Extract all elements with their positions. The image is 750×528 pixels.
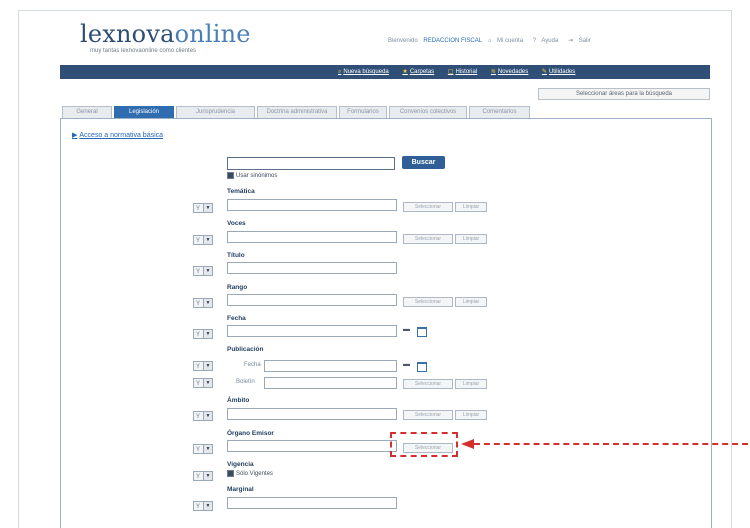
nav-utilities[interactable]: ✎ Utilidades — [542, 69, 581, 75]
chevron-down-icon: ▼ — [203, 379, 212, 387]
triangle-right-icon: ▶ — [72, 132, 78, 139]
label-pub-boletin: Boletín — [236, 379, 255, 385]
access-basic-link[interactable]: ▶ Acceso a normativa básica — [72, 131, 163, 139]
input-tematica[interactable] — [227, 199, 397, 211]
logout-link[interactable]: ⇥ Salir — [568, 38, 595, 44]
user-name: REDACCION FISCAL — [423, 38, 483, 44]
input-voces[interactable] — [227, 231, 397, 243]
select-rango-button[interactable]: Seleccionar — [403, 297, 453, 307]
checkbox-checked-icon — [227, 470, 234, 477]
label-voces: Voces — [227, 220, 246, 227]
nav-new-search[interactable]: ⌕ Nueva búsqueda — [338, 69, 395, 75]
operator-select-rango[interactable]: Y ▼ — [193, 298, 213, 308]
search-button[interactable]: Buscar — [402, 156, 445, 169]
star-icon: ★ — [402, 69, 408, 75]
label-organo: Órgano Emisor — [227, 430, 274, 437]
chevron-down-icon: ▼ — [203, 267, 212, 275]
logo: lexnovaonline — [80, 20, 251, 48]
label-publicacion: Publicación — [227, 346, 264, 353]
synonyms-checkbox[interactable]: Usar sinónimos — [227, 172, 277, 179]
logout-icon: ⇥ — [567, 38, 574, 44]
wrench-icon: ✎ — [541, 69, 547, 75]
search-panel — [60, 118, 712, 528]
callout-line — [474, 443, 748, 445]
chevron-down-icon: ▼ — [203, 445, 212, 453]
highlight-box — [390, 432, 458, 457]
nav-history[interactable]: ▢ Historial — [448, 69, 483, 75]
operator-select-pub-fecha[interactable]: Y ▼ — [193, 361, 213, 371]
operator-select-marginal[interactable]: Y ▼ — [193, 501, 213, 511]
arrow-left-icon — [461, 439, 474, 449]
operator-select-ambito[interactable]: Y ▼ — [193, 411, 213, 421]
help-icon: ? — [532, 38, 537, 44]
chevron-down-icon: ▼ — [203, 502, 212, 510]
clear-tematica-button[interactable]: Limpiar — [455, 202, 487, 212]
main-search-input[interactable] — [227, 157, 395, 170]
folder-icon[interactable]: ▬ — [403, 326, 410, 333]
user-label: Bienvenido — [388, 38, 418, 44]
input-fecha[interactable] — [227, 325, 397, 337]
operator-select-titulo[interactable]: Y ▼ — [193, 266, 213, 276]
label-rango: Rango — [227, 284, 248, 291]
input-marginal[interactable] — [227, 497, 397, 509]
input-pub-fecha[interactable] — [264, 360, 397, 372]
chevron-down-icon: ▼ — [203, 236, 212, 244]
operator-select-pub-boletin[interactable]: Y ▼ — [193, 378, 213, 388]
only-current-checkbox[interactable]: Sólo Vigentes — [227, 470, 273, 477]
clear-voces-button[interactable]: Limpiar — [455, 234, 487, 244]
input-organo[interactable] — [227, 440, 397, 452]
nav-news[interactable]: ≋ Novedades — [491, 69, 534, 75]
chevron-down-icon: ▼ — [203, 204, 212, 212]
my-account-link[interactable]: ⌂ Mi cuenta — [488, 38, 527, 44]
select-voces-button[interactable]: Seleccionar — [403, 234, 453, 244]
label-fecha: Fecha — [227, 315, 246, 322]
home-icon: ⌂ — [487, 38, 492, 44]
input-titulo[interactable] — [227, 262, 397, 274]
rss-icon: ≋ — [490, 69, 496, 75]
calendar-icon[interactable] — [417, 362, 427, 372]
tagline: muy tantas lexnovaonline como clientes — [90, 48, 197, 54]
label-vigencia: Vigencia — [227, 461, 254, 468]
nav-folders[interactable]: ★ Carpetas — [402, 69, 440, 75]
chevron-down-icon: ▼ — [203, 362, 212, 370]
operator-select-voces[interactable]: Y ▼ — [193, 235, 213, 245]
calendar-icon[interactable] — [417, 327, 427, 337]
search-icon: ⌕ — [338, 69, 342, 75]
help-link[interactable]: ? Ayuda — [533, 38, 563, 44]
label-ambito: Ámbito — [227, 397, 250, 404]
nav-items: ⌕ Nueva búsqueda ★ Carpetas ▢ Historial ≋ No… — [338, 68, 587, 76]
input-pub-boletin[interactable] — [264, 377, 397, 389]
clear-boletin-button[interactable]: Limpiar — [455, 379, 487, 389]
operator-select-vigencia[interactable]: Y ▼ — [193, 471, 213, 481]
select-areas-button[interactable]: Seleccionar áreas para la búsqueda — [538, 88, 710, 100]
chevron-down-icon: ▼ — [203, 472, 212, 480]
checkbox-checked-icon — [227, 172, 234, 179]
label-tematica: Temática — [227, 188, 255, 195]
clear-rango-button[interactable]: Limpiar — [455, 297, 487, 307]
chevron-down-icon: ▼ — [203, 299, 212, 307]
operator-select-organo[interactable]: Y ▼ — [193, 444, 213, 454]
select-boletin-button[interactable]: Seleccionar — [403, 379, 453, 389]
select-tematica-button[interactable]: Seleccionar — [403, 202, 453, 212]
input-ambito[interactable] — [227, 408, 397, 420]
chevron-down-icon: ▼ — [203, 412, 212, 420]
clear-ambito-button[interactable]: Limpiar — [455, 410, 487, 420]
select-ambito-button[interactable]: Seleccionar — [403, 410, 453, 420]
history-icon: ▢ — [447, 69, 454, 75]
operator-select-fecha[interactable]: Y ▼ — [193, 329, 213, 339]
label-marginal: Marginal — [227, 486, 254, 493]
operator-select-tematica[interactable]: Y ▼ — [193, 203, 213, 213]
user-bar: Bienvenido REDACCION FISCAL ⌂ Mi cuenta … — [388, 37, 599, 44]
label-pub-fecha: Fecha — [244, 362, 261, 368]
input-rango[interactable] — [227, 294, 397, 306]
label-titulo: Título — [227, 252, 245, 259]
folder-icon[interactable]: ▬ — [403, 361, 410, 368]
chevron-down-icon: ▼ — [203, 330, 212, 338]
